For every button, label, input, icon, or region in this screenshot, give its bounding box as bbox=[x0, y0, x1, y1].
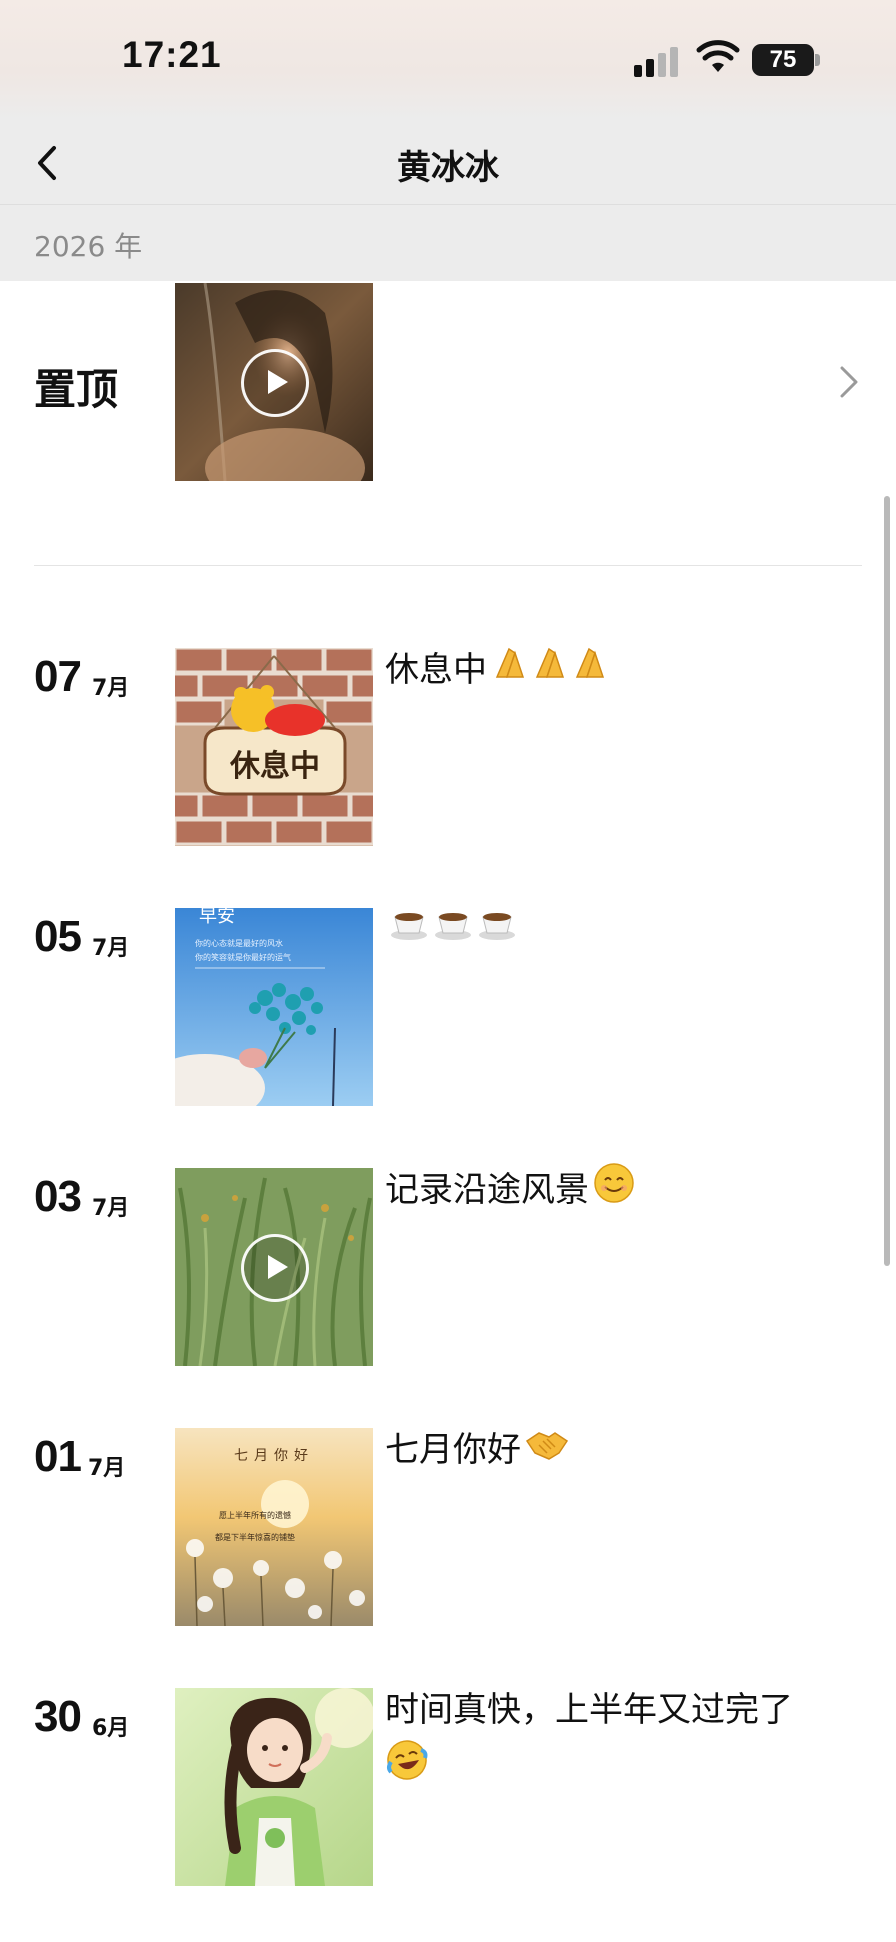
play-icon bbox=[241, 1234, 309, 1302]
post-thumbnail[interactable]: 七月你好 愿上半年所有的遗憾 都是下半年惊喜的铺垫 bbox=[175, 1428, 373, 1626]
morning-title: 早安 bbox=[199, 908, 235, 927]
post-day: 05 bbox=[34, 912, 82, 961]
year-label: 2026 年 bbox=[34, 230, 143, 263]
girl-illustration-image bbox=[175, 1688, 373, 1886]
status-time: 17:21 bbox=[122, 34, 222, 75]
post-day: 30 bbox=[34, 1692, 82, 1741]
battery-icon: 75 bbox=[752, 44, 814, 76]
nav-bar: 黄冰冰 bbox=[0, 120, 896, 205]
post-month: 6月 bbox=[92, 1716, 130, 1741]
smile-emoji bbox=[593, 1162, 635, 1221]
battery-cap bbox=[815, 54, 820, 66]
page-title: 黄冰冰 bbox=[397, 148, 499, 188]
post-month: 7月 bbox=[92, 676, 130, 701]
year-header: 2026 年 bbox=[0, 205, 896, 281]
scrollbar[interactable] bbox=[884, 496, 890, 1266]
wifi-icon bbox=[696, 40, 740, 72]
july-line-2: 都是下半年惊喜的铺垫 bbox=[215, 1532, 295, 1542]
post-text: 记录沿途风景 bbox=[385, 1162, 845, 1221]
pinned-label: 置顶 bbox=[34, 365, 119, 414]
july-title: 七月你好 bbox=[234, 1448, 314, 1464]
morning-line-2: 你的笑容就是你最好的运气 bbox=[195, 952, 291, 962]
pinned-video-thumbnail[interactable] bbox=[175, 283, 373, 481]
post-thumbnail[interactable]: 早安 你的心态就是最好的风水 你的笑容就是你最好的运气 bbox=[175, 908, 373, 1106]
post-day: 03 bbox=[34, 1172, 82, 1221]
rest-sign-text: 休息中 bbox=[229, 749, 320, 784]
laugh-cry-emoji bbox=[385, 1738, 429, 1799]
post-text: 休息中 bbox=[385, 642, 845, 700]
pray-emoji bbox=[491, 643, 611, 700]
post-thumbnail[interactable] bbox=[175, 1688, 373, 1886]
post-day: 07 bbox=[34, 652, 82, 701]
play-icon bbox=[241, 349, 309, 417]
july-line-1: 愿上半年所有的遗憾 bbox=[219, 1510, 291, 1520]
coffee-emoji bbox=[389, 903, 519, 960]
signal-icon bbox=[634, 45, 682, 77]
post-text: 时间真快，上半年又过完了 bbox=[385, 1682, 845, 1799]
post-day: 01 bbox=[34, 1432, 82, 1481]
morning-line-1: 你的心态就是最好的风水 bbox=[195, 938, 283, 948]
post-month: 7月 bbox=[88, 1456, 126, 1481]
post-thumbnail[interactable]: 休息中 bbox=[175, 648, 373, 846]
status-bar: 17:21 75 bbox=[0, 0, 896, 120]
post-text: 七月你好 bbox=[385, 1422, 845, 1480]
handshake-emoji bbox=[525, 1424, 569, 1480]
post-month: 7月 bbox=[92, 936, 130, 961]
post-month: 7月 bbox=[92, 1196, 130, 1221]
divider bbox=[34, 565, 862, 566]
july-hello-image: 七月你好 愿上半年所有的遗憾 都是下半年惊喜的铺垫 bbox=[175, 1428, 373, 1626]
post-video-thumbnail[interactable] bbox=[175, 1168, 373, 1366]
chevron-right-icon[interactable] bbox=[836, 362, 862, 402]
good-morning-image: 早安 你的心态就是最好的风水 你的笑容就是你最好的运气 bbox=[175, 908, 373, 1106]
rest-sign-image: 休息中 bbox=[175, 648, 373, 846]
post-text bbox=[385, 902, 845, 960]
